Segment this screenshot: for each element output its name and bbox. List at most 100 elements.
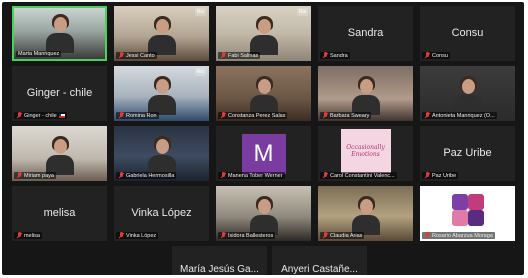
participant-tile[interactable]: Ris Fabi Salinas — [216, 6, 311, 61]
participant-video — [147, 15, 177, 55]
mic-muted-icon — [118, 232, 124, 239]
participant-tile[interactable]: Ginger - chile Ginger - chile — [12, 66, 107, 121]
participant-name: Rosario Abarzua Moraga — [432, 232, 493, 239]
participant-name-center: María Jesús Ga... — [180, 264, 259, 275]
mic-muted-icon — [16, 112, 22, 119]
mic-muted-icon — [118, 52, 124, 59]
participant-name: Manena Tober Werner — [228, 172, 283, 179]
participant-tile[interactable]: Marta Manriquez — [12, 6, 107, 61]
name-label: Sandra — [320, 51, 411, 60]
participant-name-center: Anyeri Castañe... — [281, 264, 358, 275]
avatar-letter: M — [241, 134, 286, 174]
participant-tile[interactable]: Claudia Arias — [318, 186, 413, 241]
participant-tile[interactable]: Paz Uribe Paz Uribe — [420, 126, 515, 181]
participant-name: Antonieta Manriquez (O... — [432, 112, 495, 119]
participant-name: Fabi Salinas — [228, 52, 259, 59]
participant-tile[interactable]: Anyeri Castañe... — [272, 246, 367, 275]
participant-tile[interactable]: Vinka López Vinka López — [114, 186, 209, 241]
participant-name: melisa — [24, 232, 40, 239]
mic-muted-icon — [322, 232, 328, 239]
participant-name: Gabriela Hermosilla — [126, 172, 175, 179]
name-label: Jessi Canto — [116, 51, 207, 60]
participant-name: Barbara Sweary — [330, 112, 370, 119]
participant-name: Jessi Canto — [126, 52, 155, 59]
chile-flag-icon — [58, 113, 65, 118]
participant-name: Carol Constantini Valenc... — [330, 172, 395, 179]
participant-tile[interactable]: Isidora Ballesteros — [216, 186, 311, 241]
participant-tile[interactable]: Gabriela Hermosilla — [114, 126, 209, 181]
mic-muted-icon — [322, 172, 328, 179]
name-label: Barbara Sweary — [320, 111, 411, 120]
video-gallery: Marta Manriquez Ris Jessi Canto Ris Fabi Sal… — [2, 2, 524, 275]
participant-name-center: Vinka López — [131, 206, 192, 219]
participant-name-center: Consu — [451, 26, 484, 39]
name-label: Marta Manriquez — [16, 49, 103, 58]
name-label: Miriam paya — [14, 171, 105, 180]
poster-image: Occasionally Emotions — [340, 129, 391, 173]
participant-video — [147, 135, 177, 175]
name-label: Manena Tober Werner — [218, 171, 309, 180]
participant-name: Constanza Perez Salas — [228, 112, 286, 119]
watermark-logo: Ris — [194, 68, 206, 76]
name-label: Antonieta Manriquez (O... — [422, 111, 513, 120]
mic-muted-icon — [322, 52, 328, 59]
participant-video — [453, 75, 483, 115]
name-label: melisa — [14, 231, 105, 240]
participant-name: Miriam paya — [24, 172, 54, 179]
mic-muted-icon — [424, 172, 430, 179]
mic-muted-icon — [424, 232, 430, 239]
participant-name: Claudia Arias — [330, 232, 363, 239]
participant-video — [249, 75, 279, 115]
participant-video — [351, 195, 381, 235]
participant-tile[interactable]: Constanza Perez Salas — [216, 66, 311, 121]
participant-name-center: Ginger - chile — [26, 86, 93, 99]
mic-muted-icon — [220, 232, 226, 239]
participant-video — [351, 75, 381, 115]
name-label: Ginger - chile — [14, 111, 105, 120]
participant-name: Ginger - chile — [24, 112, 57, 119]
participant-tile[interactable]: Ris Jessi Canto — [114, 6, 209, 61]
name-label: Rosario Abarzua Moraga — [422, 231, 513, 240]
participant-tile[interactable]: Miriam paya — [12, 126, 107, 181]
mic-muted-icon — [118, 112, 124, 119]
participant-name: Consu — [432, 52, 448, 59]
name-label: Carol Constantini Valenc... — [320, 171, 411, 180]
watermark-logo: Ris — [194, 8, 206, 16]
participant-tile[interactable]: Occasionally Emotions Carol Constantini V… — [318, 126, 413, 181]
participant-tile[interactable]: María Jesús Ga... — [172, 246, 267, 275]
participant-name: Paz Uribe — [432, 172, 457, 179]
participant-name: Romina Ron — [126, 112, 157, 119]
participant-video — [45, 135, 75, 175]
mic-muted-icon — [322, 112, 328, 119]
participant-tile[interactable]: Sandra Sandra — [318, 6, 413, 61]
mic-muted-icon — [220, 172, 226, 179]
participant-name: Isidora Ballesteros — [228, 232, 274, 239]
name-label: Romina Ron — [116, 111, 207, 120]
participant-tile[interactable]: M Manena Tober Werner — [216, 126, 311, 181]
name-label: Gabriela Hermosilla — [116, 171, 207, 180]
watermark-logo: Ris — [296, 8, 308, 16]
mic-muted-icon — [220, 112, 226, 119]
name-label: Constanza Perez Salas — [218, 111, 309, 120]
participant-name-center: Paz Uribe — [443, 146, 492, 159]
participant-tile[interactable]: Ris Romina Ron — [114, 66, 209, 121]
participant-video — [147, 75, 177, 115]
participant-tile[interactable]: Consu Consu — [420, 6, 515, 61]
mic-muted-icon — [16, 172, 22, 179]
name-label: Isidora Ballesteros — [218, 231, 309, 240]
mic-muted-icon — [16, 232, 22, 239]
participant-tile[interactable]: Antonieta Manriquez (O... — [420, 66, 515, 121]
name-label: Claudia Arias — [320, 231, 411, 240]
name-label: Fabi Salinas — [218, 51, 309, 60]
participant-tile[interactable]: Rosario Abarzua Moraga — [420, 186, 515, 241]
participant-video — [249, 15, 279, 55]
participant-name: Vinka López — [126, 232, 157, 239]
puzzle-logo — [448, 190, 488, 230]
mic-muted-icon — [424, 112, 430, 119]
name-label: Consu — [422, 51, 513, 60]
name-label: Paz Uribe — [422, 171, 513, 180]
participant-name-center: Sandra — [347, 26, 384, 39]
participant-tile[interactable]: melisa melisa — [12, 186, 107, 241]
name-label: Vinka López — [116, 231, 207, 240]
participant-tile[interactable]: Barbara Sweary — [318, 66, 413, 121]
